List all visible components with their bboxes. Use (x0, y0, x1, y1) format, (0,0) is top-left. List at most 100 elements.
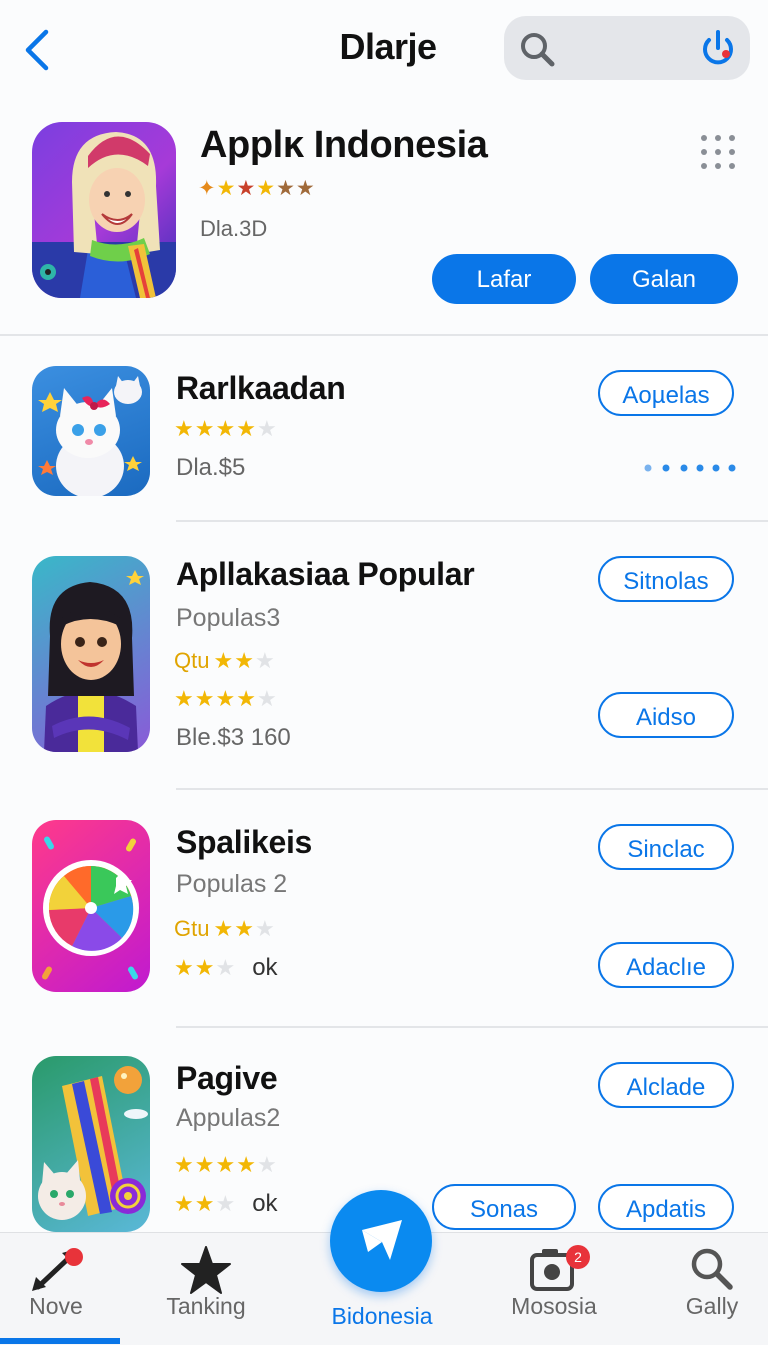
tab-label: Nove (29, 1293, 83, 1319)
cartoon-girl-icon (44, 570, 144, 752)
rating-star-icon: ★ (215, 955, 237, 980)
app-action-button[interactable]: Apdatis (598, 1184, 734, 1230)
featured-rating: ✦★★★★★ (198, 176, 316, 201)
rating-star-icon: ★ (174, 955, 195, 980)
rating-star-icon: ★ (295, 177, 316, 200)
rating-label: Gtu (174, 916, 210, 941)
featured-app-name: Applĸ Indonesia (200, 124, 488, 166)
list-item[interactable]: Apllakasiaa Popular Populas3 Qtu ★★★ ★★★★… (0, 536, 768, 786)
rating-star-icon: ★ (215, 416, 237, 441)
app-icon-game (32, 1056, 150, 1232)
app-rating: ★★★ ok (174, 954, 278, 982)
page-indicator (644, 464, 736, 472)
app-price: Ble.$3 160 (176, 724, 291, 751)
divider (176, 788, 768, 790)
featured-app[interactable]: Applĸ Indonesia ✦★★★★★ Dla.3D Lafar Gala… (0, 110, 768, 335)
rating-star-icon: ★ (256, 177, 277, 200)
navigation-arrow-icon (362, 1220, 402, 1260)
divider (176, 1026, 768, 1028)
app-icon-girl (32, 556, 150, 752)
search-icon (521, 33, 555, 67)
rating-star-icon: ★ (236, 416, 257, 441)
rating-star-icon: ★ (174, 686, 195, 711)
rating-star-icon: ★ (174, 1152, 195, 1177)
color-wheel-icon (42, 836, 139, 980)
tab-label: Mososia (511, 1293, 597, 1319)
rating-star-icon: ★ (194, 1191, 216, 1216)
app-category: Populas 2 (176, 870, 288, 898)
app-action-button[interactable]: Adaclıe (598, 942, 734, 988)
center-action-button[interactable] (330, 1190, 432, 1292)
featured-price: Dla.3D (200, 216, 268, 241)
app-action-button[interactable]: Sonas (432, 1184, 576, 1230)
rating-star-icon: ★ (236, 686, 257, 711)
app-action-button[interactable]: Sitnolas (598, 556, 734, 602)
notification-badge: 2 (566, 1245, 590, 1269)
app-action-button[interactable]: Aidso (598, 692, 734, 738)
app-action-button[interactable]: Sinclac (598, 824, 734, 870)
lafar-button[interactable]: Lafar (432, 254, 576, 304)
list-item[interactable]: Spalikeis Populas 2 Gtu ★★★ ★★★ ok Sinclac… (0, 804, 768, 1024)
rating-star-icon: ★ (216, 177, 237, 200)
app-action-button[interactable]: Alclade (598, 1062, 734, 1108)
tab-gally[interactable]: Gally (642, 1233, 768, 1345)
divider (0, 334, 768, 336)
app-rating: ★★★★★ (174, 686, 278, 712)
arrows-icon (32, 1248, 83, 1291)
list-item[interactable]: Rarlkaadan ★★★★★ Dla.$5 Aoµelas (0, 350, 768, 520)
search-input[interactable] (564, 32, 688, 64)
rating-label: Qtu (174, 648, 210, 673)
rating-star-icon: ★ (254, 916, 276, 941)
app-rating: ★★★ ok (174, 1190, 278, 1218)
search-box[interactable] (504, 16, 750, 80)
galan-button[interactable]: Galan (590, 254, 738, 304)
star-icon (181, 1246, 231, 1294)
app-name: Rarlkaadan (176, 370, 346, 406)
app-name: Spalikeis (176, 824, 313, 860)
app-icon-cat (32, 366, 150, 496)
rating-star-icon: ★ (213, 916, 235, 941)
rating-star-icon: ★ (174, 1191, 195, 1216)
app-category: Populas3 (176, 604, 281, 632)
tab-nove[interactable]: Nove (0, 1233, 126, 1345)
rating-star-icon: ★ (194, 1152, 216, 1177)
cartoon-woman-icon (32, 132, 176, 298)
search-icon (691, 1248, 733, 1290)
rating-extra: ok (252, 954, 278, 981)
app-icon-wheel (32, 820, 150, 992)
tab-mososia[interactable]: 2 Mososia (484, 1233, 624, 1345)
rating-star-icon: ★ (256, 686, 278, 711)
tab-label: Tanking (166, 1293, 246, 1319)
rating-star-icon: ★ (215, 686, 237, 711)
app-rating: ★★★★★ (174, 416, 278, 442)
rating-star-icon: ★ (254, 648, 276, 673)
rating-star-icon: ★ (174, 416, 195, 441)
game-board-icon (38, 1066, 148, 1220)
rating-star-icon: ★ (194, 686, 216, 711)
app-name: Apllakasiaa Popular (176, 556, 475, 592)
app-rating: ★★★★★ (174, 1152, 278, 1178)
app-name: Pagive (176, 1060, 278, 1096)
app-action-button[interactable]: Aoµelas (598, 370, 734, 416)
app-price: Dla.$5 (176, 454, 246, 481)
app-rating: Gtu ★★★ (174, 916, 276, 942)
more-icon[interactable] (698, 132, 738, 172)
cartoon-cat-icon (38, 376, 142, 496)
rating-star-icon: ★ (276, 177, 296, 200)
rating-star-icon: ★ (236, 177, 257, 200)
rating-star-icon: ★ (213, 648, 235, 673)
rating-extra: ok (252, 1190, 278, 1217)
featured-app-icon (32, 122, 176, 298)
divider (176, 520, 768, 522)
rating-star-icon: ✦ (198, 177, 217, 200)
rating-star-icon: ★ (256, 1152, 278, 1177)
rating-star-icon: ★ (194, 416, 216, 441)
power-icon[interactable] (698, 28, 738, 68)
rating-star-icon: ★ (256, 416, 278, 441)
rating-star-icon: ★ (234, 648, 255, 673)
app-rating: Qtu ★★★ (174, 648, 276, 674)
tab-label: Bidonesia (331, 1303, 433, 1329)
tab-tanking[interactable]: Tanking (136, 1233, 276, 1345)
active-tab-indicator (0, 1338, 120, 1344)
tab-label: Gally (685, 1293, 739, 1319)
